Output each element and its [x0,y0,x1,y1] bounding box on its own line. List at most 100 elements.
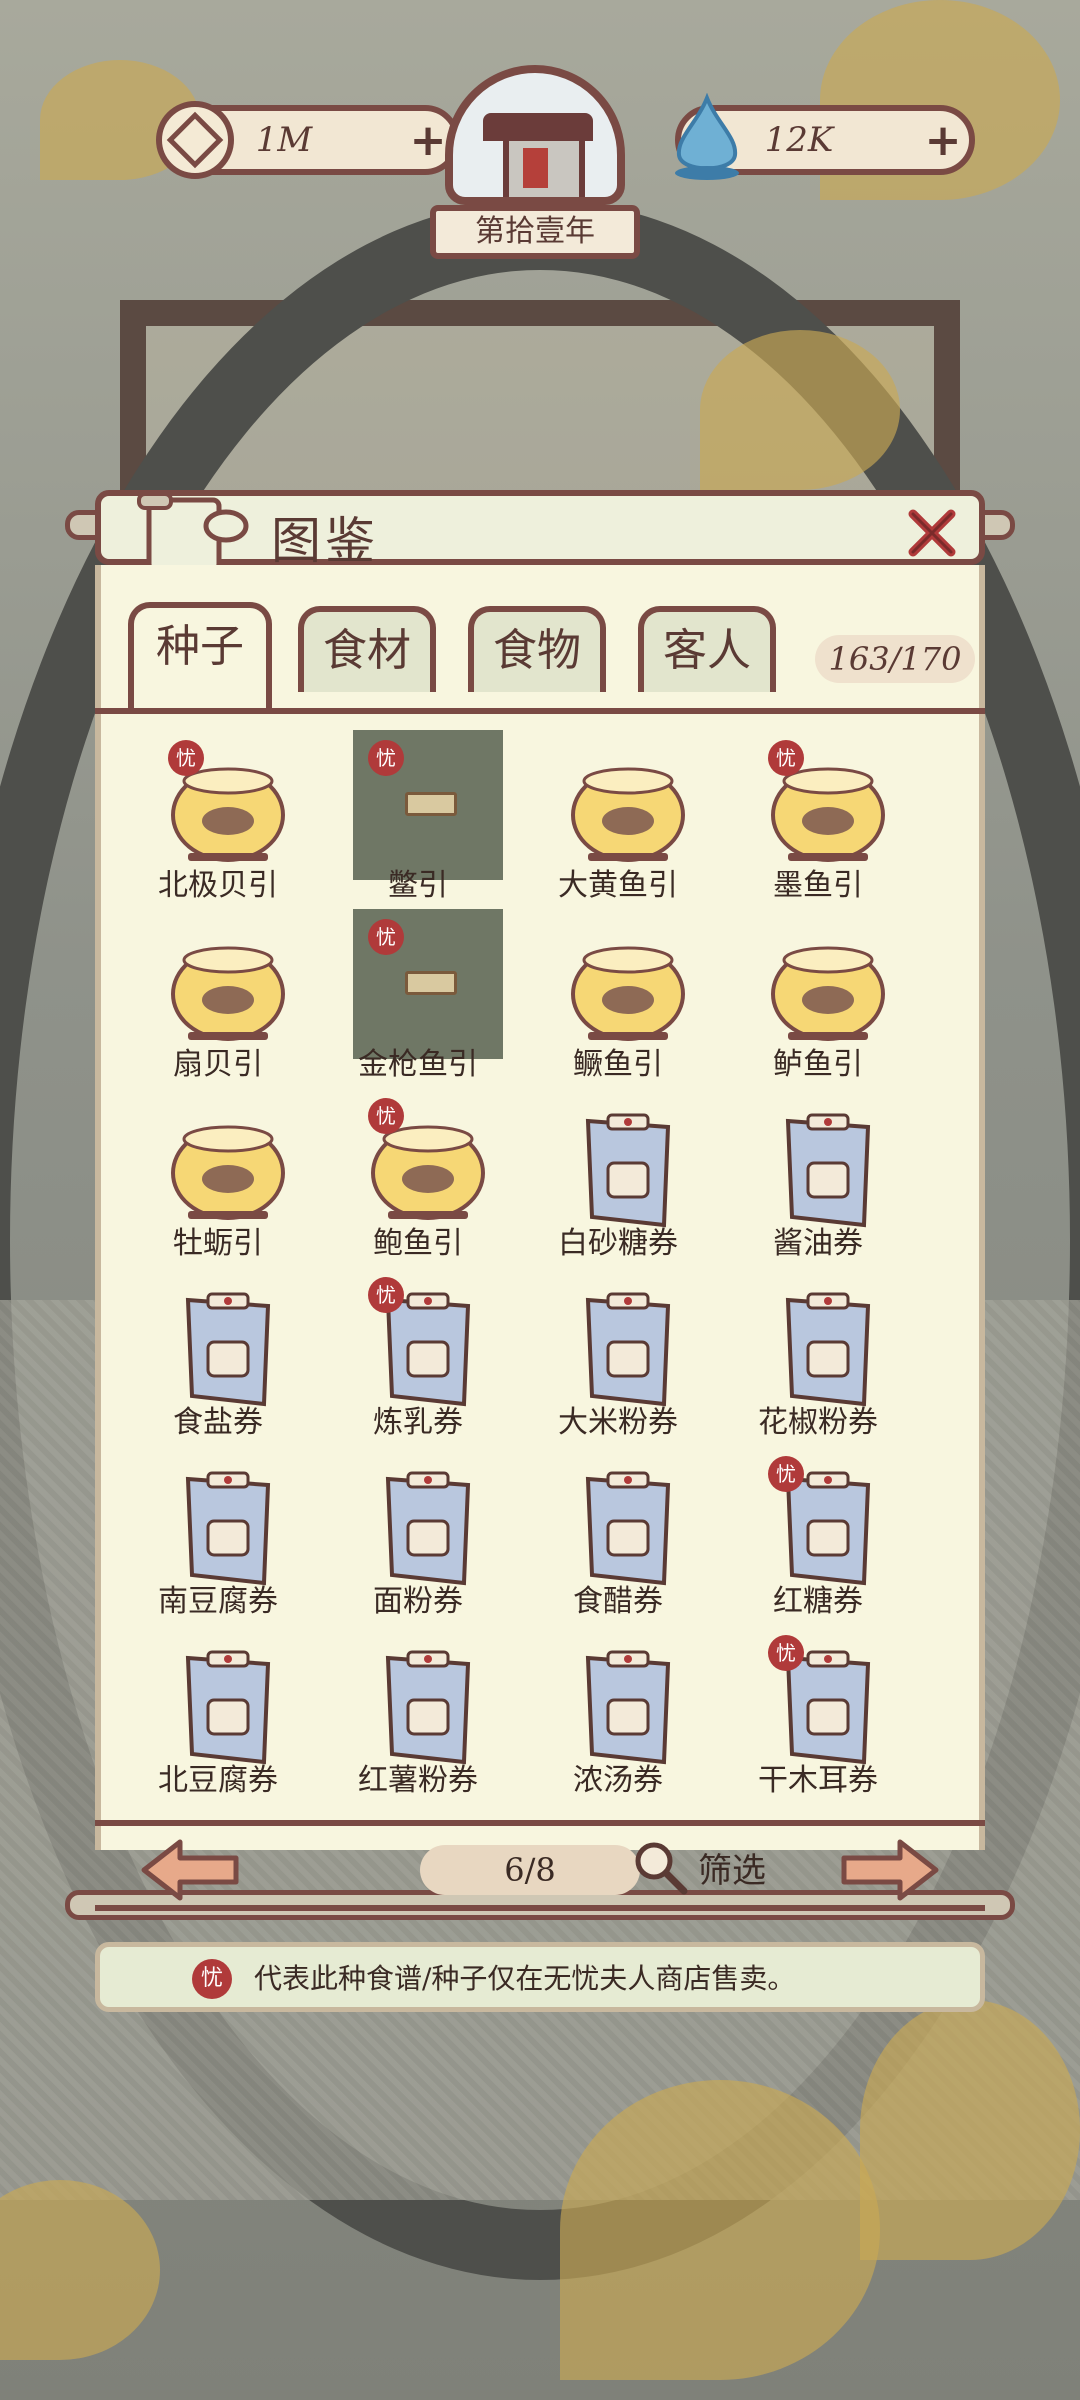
item-label: 北极贝引 [158,868,278,903]
collection-item[interactable]: 食醋券 [518,1446,718,1625]
item-grid: 忧北极贝引忧鳖引 大黄鱼引忧墨鱼引 扇贝引忧金枪鱼引 鳜鱼引 鲈鱼引 牡蛎引忧鲍鱼引 白砂糖… [118,730,963,1800]
coin-icon [156,101,234,179]
page-indicator: 6/8 [420,1845,640,1895]
item-label: 干木耳券 [758,1763,878,1798]
next-page-arrow-icon[interactable] [840,1838,940,1902]
coupon-ticket-icon [768,1292,888,1407]
item-label: 北豆腐券 [158,1763,278,1798]
shop-note: 忧 代表此种食谱/种子仅在无忧夫人商店售卖。 [95,1942,985,2012]
item-label: 鲍鱼引 [373,1226,463,1261]
footer-divider [95,1820,985,1826]
ginkgo-leaf [560,2080,880,2380]
panel-header: 图鉴 [95,490,985,573]
item-label: 食盐券 [173,1405,263,1440]
magnifier-icon [635,1842,688,1895]
ginkgo-leaf [700,330,900,490]
collection-item[interactable]: 北豆腐券 [118,1625,318,1804]
fish-bowl-icon [768,934,888,1044]
collection-item[interactable]: 忧鲍鱼引 [318,1088,518,1267]
shop-note-text: 代表此种食谱/种子仅在无忧夫人商店售卖。 [254,1962,796,1995]
coin-counter[interactable]: 1M + [156,101,460,179]
item-label: 大米粉券 [558,1405,678,1440]
coupon-ticket-icon [568,1292,688,1407]
worry-free-badge-icon: 忧 [368,919,404,955]
tab-2[interactable]: 食物 [468,606,606,692]
ginkgo-leaf [860,2000,1080,2260]
worry-free-badge-icon: 忧 [768,740,804,776]
collection-item[interactable]: 酱油券 [718,1088,918,1267]
water-drop-icon [675,93,739,180]
collection-item[interactable]: 忧红糖券 [718,1446,918,1625]
tab-3[interactable]: 客人 [638,606,776,692]
collection-item[interactable]: 白砂糖券 [518,1088,718,1267]
collection-item[interactable]: 浓汤券 [518,1625,718,1804]
collection-item[interactable]: 红薯粉券 [318,1625,518,1804]
collection-item[interactable]: 忧墨鱼引 [718,730,918,909]
worry-free-badge-icon: 忧 [768,1456,804,1492]
collection-item[interactable]: 扇贝引 [118,909,318,1088]
close-icon[interactable] [905,506,959,560]
filter-button[interactable]: 筛选 [630,1835,766,1899]
item-label: 南豆腐券 [158,1584,278,1619]
coupon-ticket-icon [168,1292,288,1407]
item-label: 金枪鱼引 [358,1047,478,1082]
prev-page-arrow-icon[interactable] [140,1838,240,1902]
collection-item[interactable]: 忧炼乳券 [318,1267,518,1446]
collection-item[interactable]: 牡蛎引 [118,1088,318,1267]
tab-0[interactable]: 种子 [128,602,272,714]
fish-bowl-icon [568,755,688,865]
collection-item[interactable]: 食盐券 [118,1267,318,1446]
year-label: 第拾壹年 [430,205,640,259]
item-label: 酱油券 [773,1226,863,1261]
item-label: 炼乳券 [373,1405,463,1440]
collection-item[interactable]: 面粉券 [318,1446,518,1625]
coupon-ticket-icon [568,1650,688,1765]
item-label: 鳜鱼引 [573,1047,663,1082]
coupon-ticket-icon [168,1650,288,1765]
collection-item[interactable]: 忧金枪鱼引 [318,909,518,1088]
item-label: 食醋券 [573,1584,663,1619]
tab-1[interactable]: 食材 [298,606,436,692]
coupon-ticket-icon [568,1471,688,1586]
worry-free-badge-icon: 忧 [368,740,404,776]
coupon-ticket-icon [168,1471,288,1586]
collection-item[interactable]: 忧干木耳券 [718,1625,918,1804]
item-label: 鲈鱼引 [773,1047,863,1082]
filter-label: 筛选 [698,1850,766,1891]
coupon-ticket-icon [368,1471,488,1586]
collection-item[interactable]: 鲈鱼引 [718,909,918,1088]
collection-item[interactable]: 忧鳖引 [318,730,518,909]
item-label: 牡蛎引 [173,1226,263,1261]
collection-item[interactable]: 大黄鱼引 [518,730,718,909]
fish-bowl-icon [568,934,688,1044]
collection-item[interactable]: 忧北极贝引 [118,730,318,909]
worry-free-badge-icon: 忧 [192,1959,232,1999]
item-label: 面粉券 [373,1584,463,1619]
fish-bowl-icon [168,934,288,1044]
coupon-ticket-icon [368,1650,488,1765]
collected-count: 163/170 [815,635,975,683]
item-label: 白砂糖券 [558,1226,678,1261]
item-label: 红糖券 [773,1584,863,1619]
collection-item[interactable]: 大米粉券 [518,1267,718,1446]
coupon-ticket-icon [568,1113,688,1228]
collection-item[interactable]: 南豆腐券 [118,1446,318,1625]
panel-title: 图鉴 [271,512,379,570]
coupon-ticket-icon [768,1113,888,1228]
item-label: 浓汤券 [573,1763,663,1798]
fish-bowl-icon [168,1113,288,1223]
item-label: 红薯粉券 [358,1763,478,1798]
item-label: 鳖引 [388,868,448,903]
item-label: 扇贝引 [173,1047,263,1082]
worry-free-badge-icon: 忧 [768,1635,804,1671]
water-counter[interactable]: 12K + [675,93,975,180]
collection-item[interactable]: 花椒粉券 [718,1267,918,1446]
item-label: 花椒粉券 [758,1405,878,1440]
collection-item[interactable]: 鳜鱼引 [518,909,718,1088]
add-water-button[interactable]: + [917,115,969,166]
worry-free-badge-icon: 忧 [368,1098,404,1134]
worry-free-badge-icon: 忧 [168,740,204,776]
tab-divider [95,708,985,714]
footer-divider [95,1905,985,1911]
item-label: 大黄鱼引 [558,868,678,903]
